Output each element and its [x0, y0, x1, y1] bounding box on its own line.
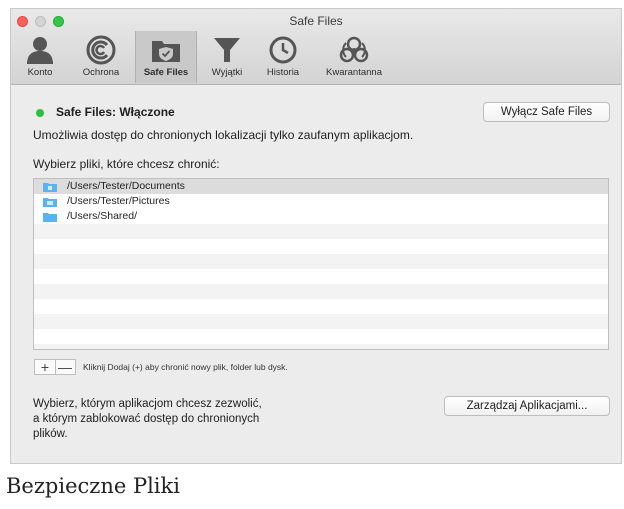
- clock-icon: [269, 36, 297, 64]
- empty-row: [34, 329, 608, 344]
- add-remove-control: + —: [34, 359, 76, 375]
- folder-pictures-icon: [43, 198, 57, 207]
- tab-label: Safe Files: [143, 67, 189, 78]
- empty-row: [34, 344, 608, 349]
- person-icon: [27, 37, 53, 64]
- list-item[interactable]: /Users/Shared/: [34, 209, 608, 224]
- status-label: Safe Files: Włączone: [56, 105, 175, 119]
- tab-label: Konto: [27, 67, 53, 78]
- file-path: /Users/Shared/: [67, 210, 138, 222]
- empty-row: [34, 239, 608, 254]
- protected-files-list[interactable]: /Users/Tester/Documents /Users/Tester/Pi…: [33, 178, 609, 350]
- tab-label: Ochrona: [82, 67, 120, 78]
- empty-row: [34, 314, 608, 329]
- protection-icon: [86, 35, 116, 65]
- tab-ochrona[interactable]: Ochrona: [69, 31, 133, 83]
- window-title: Safe Files: [289, 14, 343, 28]
- status-indicator: [36, 109, 44, 117]
- tab-konto[interactable]: Konto: [15, 31, 65, 83]
- manage-apps-button[interactable]: Zarządzaj Aplikacjami...: [444, 396, 610, 416]
- tab-label: Kwarantanna: [326, 67, 382, 78]
- empty-row: [34, 224, 608, 239]
- list-item[interactable]: /Users/Tester/Pictures: [34, 194, 608, 209]
- add-button[interactable]: +: [35, 360, 56, 374]
- empty-row: [34, 254, 608, 269]
- tab-wyjatki[interactable]: Wyjątki: [201, 31, 253, 83]
- disable-safe-files-button[interactable]: Wyłącz Safe Files: [483, 102, 610, 122]
- file-path: /Users/Tester/Pictures: [67, 195, 170, 207]
- tab-label: Historia: [266, 67, 300, 78]
- add-hint-text: Kliknij Dodaj (+) aby chronić nowy plik,…: [83, 362, 288, 372]
- empty-row: [34, 284, 608, 299]
- safe-files-window: Safe Files Konto Ochrona Safe Files Wyją…: [10, 8, 622, 464]
- funnel-icon: [214, 38, 240, 62]
- tab-label: Wyjątki: [211, 67, 243, 78]
- apps-description-line: Wybierz, którym aplikacjom chcesz zezwol…: [33, 398, 262, 410]
- tab-safe-files[interactable]: Safe Files: [135, 31, 197, 83]
- folder-icon: [43, 213, 57, 222]
- tab-historia[interactable]: Historia: [257, 31, 309, 83]
- file-path: /Users/Tester/Documents: [67, 180, 185, 192]
- description-text: Umożliwia dostęp do chronionych lokaliza…: [33, 128, 414, 142]
- remove-button[interactable]: —: [55, 360, 75, 374]
- safe-files-icon: [152, 41, 180, 62]
- empty-row: [34, 299, 608, 314]
- choose-files-label: Wybierz pliki, które chcesz chronić:: [33, 157, 220, 171]
- caption: Bezpieczne Pliki: [6, 474, 180, 498]
- list-item[interactable]: /Users/Tester/Documents: [34, 179, 608, 194]
- apps-description-line: a którym zablokować dostęp do chronionyc…: [33, 413, 260, 425]
- toolbar: Safe Files Konto Ochrona Safe Files Wyją…: [11, 9, 621, 85]
- folder-documents-icon: [43, 183, 57, 192]
- apps-description: Wybierz, którym aplikacjom chcesz zezwol…: [33, 397, 333, 442]
- biohazard-icon: [339, 36, 369, 63]
- empty-row: [34, 269, 608, 284]
- tab-kwarantanna[interactable]: Kwarantanna: [314, 31, 394, 83]
- apps-description-line: plików.: [33, 428, 68, 440]
